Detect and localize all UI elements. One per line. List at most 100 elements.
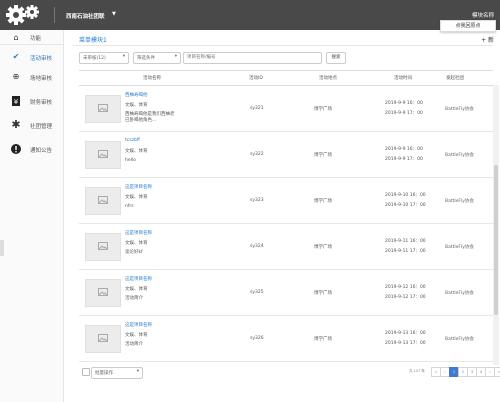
image-placeholder-icon bbox=[85, 95, 121, 123]
activity-community: BattleFly协会 bbox=[445, 291, 474, 296]
table-header: 活动名称 活动ID 活动地点 活动时间 发起社团 bbox=[79, 70, 493, 86]
asterisk-icon: ✱ bbox=[11, 118, 21, 131]
col-header-place: 活动地点 bbox=[319, 76, 337, 81]
activity-category: 文娱、体育 bbox=[125, 287, 148, 292]
activity-end-time: 2019-9-11 17：00 bbox=[385, 249, 426, 254]
gear-logo-icon bbox=[4, 3, 42, 27]
activity-place: 博学广场 bbox=[314, 337, 332, 342]
activity-end-time: 2019-9-10 17：00 bbox=[385, 203, 426, 208]
main-panel: 菜单模块1 + 新 未审核(12) ▾ 筛选条件 ▾ 搜索 活动名称 活动ID … bbox=[73, 30, 500, 402]
image-placeholder-icon bbox=[85, 187, 121, 215]
top-bar: 西南石油社团联 ▼ 模块名称 bbox=[0, 0, 500, 30]
activity-title[interactable]: tcszbff bbox=[125, 138, 140, 143]
activity-community: BattleFly协会 bbox=[445, 199, 474, 204]
activity-community: BattleFly协会 bbox=[445, 245, 474, 250]
chevron-down-icon: ▾ bbox=[122, 54, 125, 59]
activity-place: 博学广场 bbox=[314, 199, 332, 204]
condition-select[interactable]: 筛选条件 ▾ bbox=[133, 52, 181, 64]
bulk-action-value: 批量操作 bbox=[95, 371, 113, 376]
table-row[interactable]: 这是项目名称 文娱、体育 活动简介 sy326 博学广场 2019-9-13 1… bbox=[79, 316, 493, 362]
activity-id: sy322 bbox=[250, 152, 264, 157]
activity-place: 博学广场 bbox=[314, 107, 332, 112]
pagination-total: 共 107 条 bbox=[409, 369, 425, 373]
activity-end-time: 2019-9-9 17：00 bbox=[385, 157, 423, 162]
sidebar-item-label: 财务审核 bbox=[30, 100, 53, 106]
activity-start-time: 2019-9-10 16：00 bbox=[385, 193, 426, 198]
money-icon: ¥ bbox=[11, 96, 21, 106]
col-header-time: 活动时间 bbox=[394, 76, 412, 81]
search-input[interactable] bbox=[184, 53, 320, 62]
alert-icon bbox=[11, 144, 21, 154]
table-row[interactable]: 这是项目名称 文娱、体育 活动简介 sy325 博学广场 2019-9-12 1… bbox=[79, 270, 493, 316]
col-header-id: 活动ID bbox=[249, 76, 263, 81]
activity-start-time: 2019-9-12 16：00 bbox=[385, 285, 426, 290]
org-name[interactable]: 西南石油社团联 bbox=[66, 12, 105, 20]
image-placeholder-icon bbox=[85, 325, 121, 353]
chevron-down-icon: ▾ bbox=[136, 369, 139, 374]
activity-start-time: 2019-9-9 16：00 bbox=[385, 101, 423, 106]
activity-title[interactable]: 这是项目名称 bbox=[125, 276, 152, 282]
col-header-community: 发起社团 bbox=[446, 76, 464, 81]
sidebar-item-label: 社团管理 bbox=[30, 124, 53, 130]
account-name[interactable]: 模块名称 bbox=[472, 11, 494, 19]
sidebar-collapse-handle[interactable] bbox=[0, 240, 4, 256]
activity-community: BattleFly协会 bbox=[445, 337, 474, 342]
image-placeholder-icon bbox=[85, 279, 121, 307]
activity-title[interactable]: 这是项目名称 bbox=[125, 322, 152, 328]
check-icon: ✔ bbox=[12, 52, 20, 61]
activity-title[interactable]: 这是项目名称 bbox=[125, 230, 152, 236]
sidebar-item-club-management[interactable]: ✱ 社团管理 bbox=[0, 114, 63, 136]
sidebar-item-activity-review[interactable]: ✔ 活动审核 bbox=[0, 46, 63, 68]
activity-category: 文娱、体育 bbox=[125, 195, 148, 200]
scrollbar-thumb[interactable] bbox=[494, 165, 498, 315]
sidebar: ⌂ 功能 ✔ 活动审核 ⊕ 场地审核 ¥ 财务审核 ✱ 社团管理 通知公告 bbox=[0, 30, 64, 402]
table-scrollbar[interactable] bbox=[493, 85, 499, 365]
activity-id: sy323 bbox=[250, 198, 264, 203]
sidebar-header-divider bbox=[0, 30, 63, 45]
table-row[interactable]: 西柚寿喝他 文娱、体育 西柚寿喝他是我们西柚老已卧喝他角色... sy321 博… bbox=[79, 86, 493, 132]
sidebar-item-label: 通知公告 bbox=[30, 148, 53, 154]
sidebar-item-finance-review[interactable]: ¥ 财务审核 bbox=[0, 90, 63, 112]
activity-place: 博学广场 bbox=[314, 245, 332, 250]
sidebar-item-venue-review[interactable]: ⊕ 场地审核 bbox=[0, 66, 63, 88]
search-button[interactable]: 搜索 bbox=[326, 52, 346, 64]
globe-icon: ⊕ bbox=[12, 72, 20, 81]
header-divider bbox=[54, 7, 55, 23]
sidebar-item-notices[interactable]: 通知公告 bbox=[0, 138, 63, 160]
activity-title[interactable]: 这是项目名称 bbox=[125, 184, 152, 190]
activity-category: 文娱、体育 bbox=[125, 103, 148, 108]
panel-title: 菜单模块1 bbox=[79, 37, 107, 44]
image-placeholder-icon bbox=[85, 141, 121, 169]
activity-start-time: 2019-9-9 16：00 bbox=[385, 147, 423, 152]
status-select-value: 未审核(12) bbox=[83, 56, 106, 61]
search-field[interactable] bbox=[183, 52, 322, 64]
activity-category: 文娱、体育 bbox=[125, 241, 148, 246]
org-caret-icon[interactable]: ▼ bbox=[112, 11, 116, 17]
chevron-down-icon: ▾ bbox=[174, 54, 177, 59]
activity-description: 活动简介 bbox=[125, 296, 143, 301]
activity-description: nfrs bbox=[125, 204, 134, 209]
activity-description: hello bbox=[125, 158, 136, 163]
activity-id: sy321 bbox=[250, 106, 264, 111]
image-placeholder-icon bbox=[85, 233, 121, 261]
sidebar-item-label: 活动审核 bbox=[30, 56, 53, 62]
add-button[interactable]: + 新 bbox=[481, 35, 494, 44]
activity-end-time: 2019-9-9 17：00 bbox=[385, 111, 423, 116]
activity-id: sy325 bbox=[250, 290, 264, 295]
activity-description: 活动简介 bbox=[125, 342, 143, 347]
activity-end-time: 2019-9-13 17：00 bbox=[385, 341, 426, 346]
page-last-button[interactable]: » bbox=[494, 367, 500, 377]
table-row[interactable]: tcszbff 文娱、体育 hello sy322 博学广场 2019-9-9 … bbox=[79, 132, 493, 178]
col-header-name: 活动名称 bbox=[143, 76, 161, 81]
activity-description: 谈论好kf bbox=[125, 250, 143, 255]
activity-place: 博学广场 bbox=[314, 153, 332, 158]
table-row[interactable]: 这是项目名称 文娱、体育 谈论好kf sy324 博学广场 2019-9-11 … bbox=[79, 224, 493, 270]
bulk-action-select[interactable]: 批量操作 ▾ bbox=[91, 367, 143, 379]
select-all-checkbox[interactable] bbox=[82, 368, 90, 376]
table-row[interactable]: 这是项目名称 文娱、体育 nfrs sy323 博学广场 2019-9-10 1… bbox=[79, 178, 493, 224]
status-select[interactable]: 未审核(12) ▾ bbox=[79, 52, 129, 64]
activity-id: sy326 bbox=[250, 336, 264, 341]
activity-category: 文娱、体育 bbox=[125, 149, 148, 154]
activity-start-time: 2019-9-13 16：00 bbox=[385, 331, 426, 336]
activity-title[interactable]: 西柚寿喝他 bbox=[125, 92, 148, 98]
